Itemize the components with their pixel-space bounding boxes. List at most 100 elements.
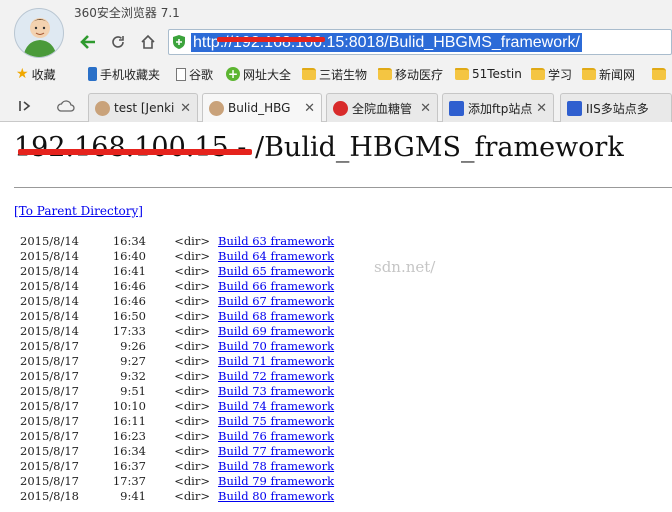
entry-name-link[interactable]: Build 78 framework [218,459,334,474]
directory-listing: 2015/8/14 16:34 <dir> Build 63 framework 201… [20,234,334,504]
user-avatar[interactable] [14,8,64,58]
entry-name-link[interactable]: Build 76 framework [218,429,334,444]
entry-time: 16:37 [112,459,146,473]
entry-time: 9:32 [120,369,146,383]
entry-name-link[interactable]: Build 71 framework [218,354,334,369]
tab-test-jenkins[interactable]: test [Jenki ✕ [88,93,198,122]
bookmark-web-directory[interactable]: + 网址大全 [226,65,291,83]
heading-redaction-mark [18,149,252,155]
close-icon[interactable]: ✕ [536,101,547,116]
entry-time: 17:33 [112,324,146,338]
entry-time: 16:46 [112,294,146,308]
security-shield-icon [173,35,185,49]
hospital-icon [333,100,348,116]
entry-name-link[interactable]: Build 77 framework [218,444,334,459]
entry-type: <dir> [174,354,210,368]
address-url[interactable]: http://192.168.100.15:8018/Bulid_HBGMS_f… [191,33,582,52]
directory-entry-row: 2015/8/14 16:34 <dir> Build 63 framework [20,234,334,249]
browser-chrome: 360安全浏览器 7.1 http://192.168.100.15:8018/… [0,0,672,122]
directory-entry-row: 2015/8/17 9:26 <dir> Build 70 framework [20,339,334,354]
home-button[interactable] [136,30,160,54]
entry-name-link[interactable]: Build 75 framework [218,414,334,429]
phone-icon [88,67,97,81]
entry-name-link[interactable]: Build 69 framework [218,324,334,339]
tab-iis-multisite[interactable]: IIS多站点多 [560,93,672,122]
entry-time: 17:37 [112,474,146,488]
bookmark-favorites[interactable]: ★ 收藏 [16,65,56,83]
bookmark-folder-news[interactable]: 新闻网 [582,65,635,83]
sidebar-toggle-button[interactable] [14,96,36,116]
entry-time: 9:51 [120,384,146,398]
entry-name-link[interactable]: Build 65 framework [218,264,334,279]
entry-date: 2015/8/17 [20,384,79,398]
refresh-button[interactable] [106,30,130,54]
bookmark-folder-overflow[interactable] [652,65,669,83]
bookmark-google[interactable]: 谷歌 [176,65,213,83]
entry-date: 2015/8/17 [20,429,79,443]
entry-time: 16:46 [112,279,146,293]
entry-type: <dir> [174,264,210,278]
entry-name-link[interactable]: Build 79 framework [218,474,334,489]
directory-entry-row: 2015/8/14 16:50 <dir> Build 68 framework [20,309,334,324]
tab-bar: test [Jenki ✕ Bulid_HBG ✕ 全院血糖管 ✕ 添加ftp站… [0,90,672,122]
entry-name-link[interactable]: Build 63 framework [218,234,334,249]
star-icon: ★ [16,66,29,82]
entry-date: 2015/8/17 [20,474,79,488]
entry-name-link[interactable]: Build 64 framework [218,249,334,264]
entry-time: 9:41 [120,489,146,503]
directory-entry-row: 2015/8/14 16:46 <dir> Build 66 framework [20,279,334,294]
close-icon[interactable]: ✕ [304,101,315,116]
back-button[interactable] [76,30,100,54]
entry-time: 9:27 [120,354,146,368]
paw-icon [567,100,582,116]
url-redaction-mark [217,37,325,42]
entry-type: <dir> [174,324,210,338]
entry-name-link[interactable]: Build 74 framework [218,399,334,414]
tab-hospital-glucose[interactable]: 全院血糖管 ✕ [326,93,438,122]
entry-type: <dir> [174,384,210,398]
entry-name-link[interactable]: Build 66 framework [218,279,334,294]
directory-entry-row: 2015/8/14 17:33 <dir> Build 69 framework [20,324,334,339]
address-bar[interactable]: http://192.168.100.15:8018/Bulid_HBGMS_f… [168,29,672,55]
sidebar-toggle-icon [19,101,31,111]
tab-add-ftp-site[interactable]: 添加ftp站点 ✕ [442,93,554,122]
entry-date: 2015/8/17 [20,354,79,368]
parent-directory-link[interactable]: [To Parent Directory] [14,204,143,218]
bookmarks-bar: ★ 收藏 手机收藏夹 谷歌 + 网址大全 三诺生物 移动医疗 51Testin 学习… [0,62,672,86]
refresh-icon [112,36,124,48]
entry-type: <dir> [174,414,210,428]
entry-time: 16:34 [112,444,146,458]
home-icon [141,34,155,49]
entry-time: 16:23 [112,429,146,443]
jenkins-icon [209,100,224,116]
entry-date: 2015/8/14 [20,234,79,248]
cloud-sync-button[interactable] [54,96,78,116]
entry-date: 2015/8/14 [20,279,79,293]
bookmark-folder-51testin[interactable]: 51Testin [455,65,522,83]
entry-date: 2015/8/14 [20,264,79,278]
entry-date: 2015/8/14 [20,324,79,338]
entry-date: 2015/8/17 [20,444,79,458]
entry-name-link[interactable]: Build 73 framework [218,384,334,399]
entry-name-link[interactable]: Build 80 framework [218,489,334,504]
directory-entry-row: 2015/8/17 17:37 <dir> Build 79 framework [20,474,334,489]
folder-icon [582,68,596,80]
entry-name-link[interactable]: Build 67 framework [218,294,334,309]
jenkins-icon [95,100,110,116]
bookmark-folder-mobile-medical[interactable]: 移动医疗 [378,65,443,83]
entry-date: 2015/8/14 [20,249,79,263]
close-icon[interactable]: ✕ [180,101,191,116]
bookmark-folder-sannuo[interactable]: 三诺生物 [302,65,367,83]
plus-icon: + [226,67,240,81]
bookmark-mobile-favorites[interactable]: 手机收藏夹 [88,65,160,83]
folder-icon [302,68,316,80]
folder-icon [455,68,469,80]
close-icon[interactable]: ✕ [420,101,431,116]
tab-bulid-hbg[interactable]: Bulid_HBG ✕ [202,93,322,122]
entry-name-link[interactable]: Build 70 framework [218,339,334,354]
entry-type: <dir> [174,444,210,458]
bookmark-folder-study[interactable]: 学习 [531,65,572,83]
entry-name-link[interactable]: Build 72 framework [218,369,334,384]
entry-name-link[interactable]: Build 68 framework [218,309,334,324]
entry-type: <dir> [174,279,210,293]
